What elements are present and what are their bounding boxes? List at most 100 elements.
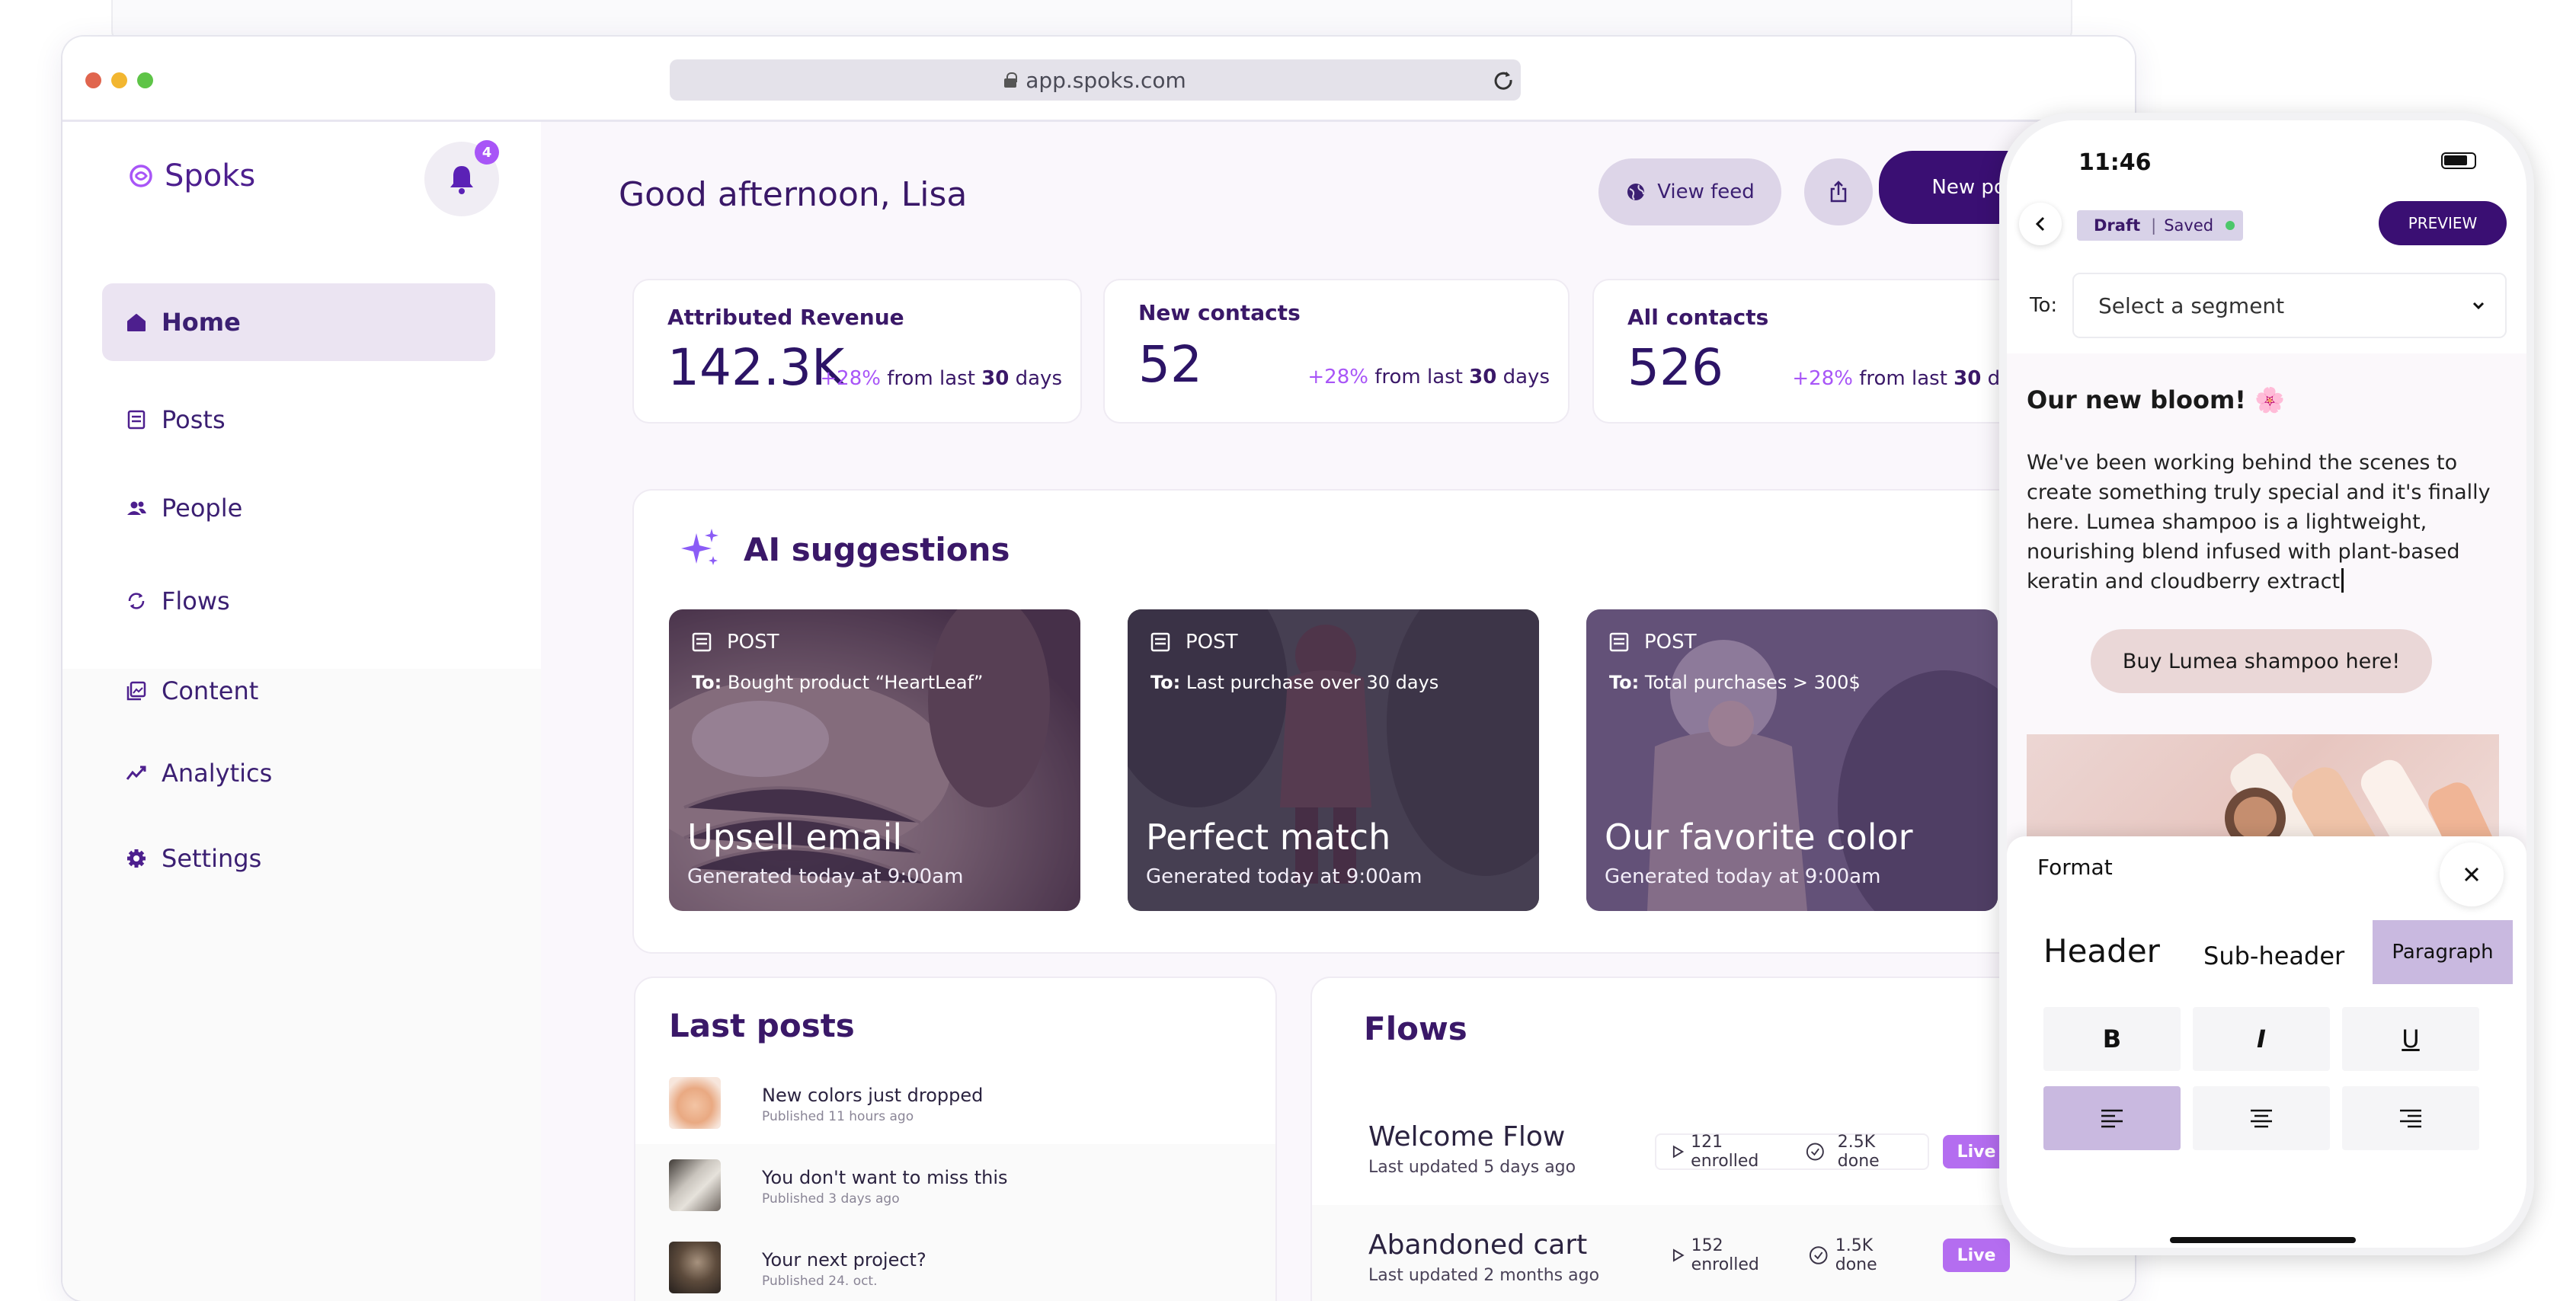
ai-suggestions-panel: AI suggestions POST To: Bought product “…: [632, 489, 2135, 954]
stat-delta-from: from last: [880, 367, 982, 390]
share-button[interactable]: [1804, 158, 1873, 225]
list-item[interactable]: New colors just dropped Published 11 hou…: [635, 1062, 1275, 1144]
analytics-icon: [126, 766, 146, 780]
segment-select[interactable]: Select a segment: [2072, 273, 2507, 338]
flow-done: 1.5K done: [1835, 1236, 1877, 1274]
last-posts-card: Last posts New colors just dropped Publi…: [634, 977, 1277, 1301]
flow-name: Welcome Flow: [1368, 1121, 1566, 1152]
align-right-icon: [2400, 1109, 2421, 1128]
view-feed-button[interactable]: View feed: [1598, 158, 1781, 225]
sidebar: Spoks 4 Home Posts People Flows Content: [62, 122, 541, 1301]
suggestion-card[interactable]: POST To: Total purchases > 300$ Our favo…: [1586, 609, 1998, 911]
subheader-style-option[interactable]: Sub-header: [2203, 941, 2344, 970]
minimize-window-dot[interactable]: [111, 72, 127, 88]
align-center-button[interactable]: [2193, 1086, 2330, 1150]
card-type-label: POST: [1186, 631, 1238, 654]
paragraph-style-option[interactable]: Paragraph: [2373, 920, 2513, 984]
preview-button[interactable]: PREVIEW: [2379, 201, 2507, 245]
email-text-content: We've been working behind the scenes to …: [2027, 451, 2491, 593]
stat-label: Attributed Revenue: [667, 305, 904, 330]
italic-button[interactable]: I: [2193, 1007, 2330, 1071]
draft-label: Draft: [2094, 216, 2141, 235]
sidebar-item-label: Analytics: [162, 759, 273, 788]
format-panel: Format Header Sub-header Paragraph B I U: [2007, 836, 2526, 1248]
card-type-label: POST: [727, 631, 779, 654]
email-headline[interactable]: Our new bloom! 🌸: [2027, 385, 2285, 414]
post-title: You don't want to miss this: [762, 1167, 1008, 1188]
flow-stats: 121 enrolled 2.5K done: [1655, 1133, 1929, 1171]
posts-icon: [127, 410, 146, 430]
flow-updated: Last updated 5 days ago: [1368, 1158, 1576, 1177]
sidebar-item-home[interactable]: Home: [102, 283, 495, 361]
close-icon: [2464, 867, 2479, 882]
play-icon: [1672, 1248, 1685, 1262]
share-icon: [1830, 181, 1847, 203]
address-bar[interactable]: app.spoks.com: [670, 59, 1521, 101]
home-indicator[interactable]: [2170, 1237, 2356, 1243]
card-type-label: POST: [1644, 631, 1697, 654]
suggestion-card[interactable]: POST To: Last purchase over 30 days Perf…: [1128, 609, 1539, 911]
post-date: Published 11 hours ago: [762, 1109, 914, 1124]
stat-delta-days: 30: [1469, 366, 1497, 388]
flow-enrolled: 121 enrolled: [1691, 1133, 1759, 1171]
close-window-dot[interactable]: [85, 72, 101, 88]
stat-label: All contacts: [1627, 305, 1769, 330]
card-title: Upsell email: [687, 817, 903, 858]
header-style-option[interactable]: Header: [2043, 932, 2160, 970]
sidebar-item-content[interactable]: Content: [102, 652, 495, 730]
close-button[interactable]: [2440, 842, 2504, 906]
stat-card-revenue: Attributed Revenue 142.3K +28% from last…: [632, 279, 1082, 424]
play-icon: [1672, 1145, 1685, 1159]
main-content: Good afternoon, Lisa View feed New post …: [541, 122, 2135, 1301]
post-title: Your next project?: [762, 1249, 926, 1271]
card-generated: Generated today at 9:00am: [1146, 865, 1422, 888]
card-audience-value: Bought product “HeartLeaf”: [722, 672, 984, 693]
flow-enrolled: 152 enrolled: [1691, 1236, 1759, 1274]
sidebar-item-posts[interactable]: Posts: [102, 381, 495, 459]
battery-icon: [2441, 152, 2476, 169]
home-icon: [127, 314, 146, 331]
sidebar-item-flows[interactable]: Flows: [102, 562, 495, 640]
stat-delta-pct: +28%: [820, 367, 881, 390]
card-generated: Generated today at 9:00am: [687, 865, 964, 888]
stat-delta-unit: days: [1009, 367, 1062, 390]
back-button[interactable]: [2019, 203, 2062, 245]
bold-button[interactable]: B: [2043, 1007, 2181, 1071]
stat-label: New contacts: [1138, 300, 1301, 325]
card-type: POST: [1149, 631, 1238, 654]
email-text[interactable]: We've been working behind the scenes to …: [2027, 448, 2507, 596]
draft-status: Draft | Saved: [2077, 210, 2243, 241]
align-left-icon: [2101, 1109, 2123, 1128]
sidebar-item-settings[interactable]: Settings: [102, 820, 495, 897]
browser-chrome: app.spoks.com: [62, 37, 2135, 122]
align-left-button[interactable]: [2043, 1086, 2181, 1150]
post-thumbnail: [669, 1242, 721, 1293]
reload-icon[interactable]: [1492, 69, 1515, 91]
maximize-window-dot[interactable]: [137, 72, 153, 88]
post-date: Published 3 days ago: [762, 1191, 900, 1207]
list-item[interactable]: You don't want to miss this Published 3 …: [635, 1144, 1275, 1226]
ai-suggestions-heading: AI suggestions: [677, 526, 1010, 573]
suggestion-card[interactable]: POST To: Bought product “HeartLeaf” Upse…: [669, 609, 1080, 911]
sidebar-item-analytics[interactable]: Analytics: [102, 734, 495, 812]
draft-separator: |: [2151, 216, 2157, 235]
text-cursor: [2341, 568, 2344, 593]
flows-title: Flows: [1364, 1010, 1467, 1047]
align-right-button[interactable]: [2342, 1086, 2479, 1150]
check-circle-icon: [1806, 1143, 1824, 1161]
underline-button[interactable]: U: [2342, 1007, 2479, 1071]
stat-delta-unit: days: [1496, 366, 1550, 388]
spoks-logo[interactable]: Spoks: [128, 158, 255, 193]
url-text: app.spoks.com: [1026, 67, 1186, 93]
list-item[interactable]: Your next project? Published 24. oct.: [635, 1226, 1275, 1301]
flow-stats: 152 enrolled 1.5K done: [1655, 1236, 1929, 1274]
format-title: Format: [2037, 855, 2113, 880]
stat-delta-from: from last: [1852, 367, 1954, 390]
card-audience: To: Total purchases > 300$: [1609, 672, 1861, 693]
post-thumbnail: [669, 1159, 721, 1211]
sidebar-item-people[interactable]: People: [102, 469, 495, 547]
saved-indicator-dot: [2226, 221, 2235, 230]
card-audience: To: Last purchase over 30 days: [1150, 672, 1438, 693]
post-icon: [692, 632, 712, 652]
cta-button[interactable]: Buy Lumea shampoo here!: [2091, 629, 2432, 693]
